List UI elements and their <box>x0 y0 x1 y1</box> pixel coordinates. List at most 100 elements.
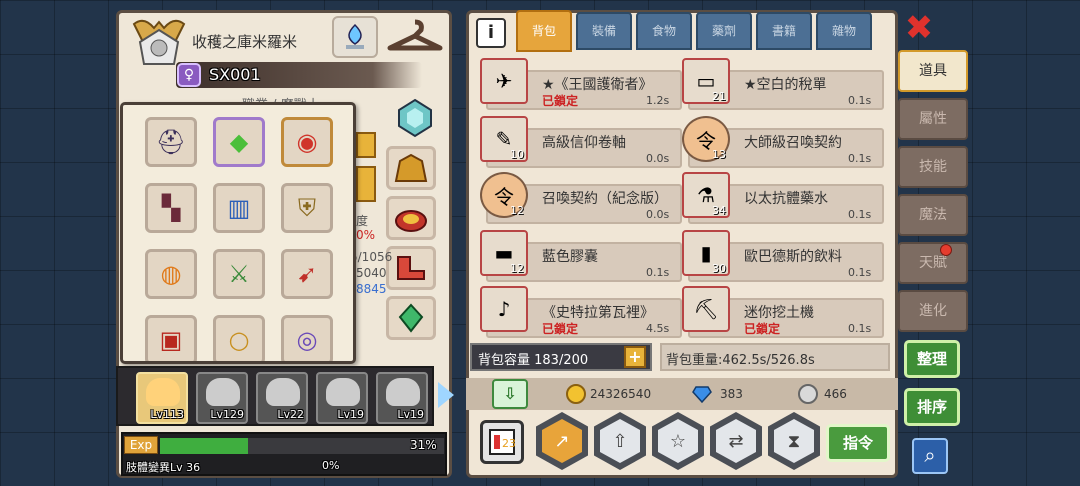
gear-slot-boots[interactable] <box>386 246 436 290</box>
party-member[interactable]: Lv129 <box>196 372 248 424</box>
equip-slot[interactable]: ◉ <box>281 117 333 167</box>
item-quantity: 12 <box>510 262 524 275</box>
item-name: ★《王國護衛者》 <box>542 77 653 93</box>
stat-button[interactable] <box>356 132 376 158</box>
job-exp-percent: 0% <box>322 459 340 472</box>
blue-armor-icon: ▥ <box>227 194 251 222</box>
gold-amount: 24326540 <box>590 387 652 401</box>
equip-slot[interactable]: ⛑ <box>145 117 197 167</box>
quick-sort-button[interactable]: 23 <box>480 420 524 464</box>
collect-toggle-icon[interactable]: ⇩ <box>492 379 528 409</box>
gear-slot-accessory[interactable] <box>386 296 436 340</box>
notification-dot <box>940 244 952 256</box>
gear-slot-crown[interactable] <box>386 196 436 240</box>
capacity-label: 背包容量 183/200 <box>478 353 589 368</box>
item-weight: 0.1s <box>848 266 872 279</box>
dark-helmet-icon: ⛑ <box>155 128 187 156</box>
party-member[interactable]: Lv22 <box>256 372 308 424</box>
locked-label: 已鎖定 <box>542 94 579 108</box>
stat-hp: 5/1056 <box>350 250 393 264</box>
tidy-button[interactable]: 整理 <box>904 340 960 378</box>
exp-fill <box>160 438 248 454</box>
side-tab-attributes[interactable]: 屬性 <box>898 98 968 140</box>
tab-misc[interactable]: 雜物 <box>816 12 872 50</box>
item-quantity: 21 <box>712 90 726 103</box>
cape-icon: ▚ <box>161 194 181 222</box>
party-member[interactable]: Lv19 <box>376 372 428 424</box>
party-member[interactable]: Lv19 <box>316 372 368 424</box>
equip-slot[interactable]: ▣ <box>145 315 197 361</box>
item-weight: 0.0s <box>646 208 670 221</box>
locked-label: 已鎖定 <box>542 322 579 336</box>
star-icon: ☆ <box>658 419 698 463</box>
avatar <box>206 378 240 406</box>
diamond-amount: 383 <box>720 387 743 401</box>
gear-slot-crystal[interactable] <box>390 96 440 140</box>
party-next-arrow-icon[interactable] <box>438 382 454 408</box>
side-tab-skills[interactable]: 技能 <box>898 146 968 188</box>
tab-food[interactable]: 食物 <box>636 12 692 50</box>
violin-icon: ♪ <box>480 286 528 332</box>
info-icon[interactable]: i <box>476 18 506 48</box>
swap-icon: ⇄ <box>716 419 756 463</box>
spear-icon: ➹ <box>296 260 318 288</box>
search-icon[interactable]: ⌕ <box>912 438 948 474</box>
item-weight: 0.1s <box>646 266 670 279</box>
item-name: 召喚契約（紀念版） <box>542 191 668 207</box>
equip-slot[interactable]: ◍ <box>145 249 197 299</box>
item-weight: 0.1s <box>848 208 872 221</box>
hanger-icon[interactable] <box>384 16 446 58</box>
weight-label: 背包重量:462.5s/526.8s <box>666 353 815 368</box>
sort-button[interactable]: 排序 <box>904 388 960 426</box>
tab-book[interactable]: 書籍 <box>756 12 812 50</box>
equip-slot[interactable]: ▥ <box>213 183 265 233</box>
side-tab-magic[interactable]: 魔法 <box>898 194 968 236</box>
equip-slot[interactable]: ▚ <box>145 183 197 233</box>
tab-equipment[interactable]: 裝備 <box>576 12 632 50</box>
item-name: 高級信仰卷軸 <box>542 135 626 151</box>
member-level: Lv129 <box>210 408 244 421</box>
bag-sort-icon: ↗ <box>542 419 582 463</box>
tab-bag[interactable]: 背包 <box>516 10 572 52</box>
equip-slot[interactable]: ◆ <box>213 117 265 167</box>
item-name: ★空白的稅單 <box>744 77 827 93</box>
item-quantity: 10 <box>510 148 524 161</box>
item-quantity: 34 <box>712 204 726 217</box>
stat-button[interactable] <box>356 166 376 202</box>
excavator-icon: ⛏ <box>682 286 730 332</box>
item-name: 《史特拉第瓦裡》 <box>542 305 654 321</box>
item-weight: 0.0s <box>646 152 670 165</box>
svg-text:23: 23 <box>502 437 516 450</box>
equip-slot[interactable]: ⛨ <box>281 183 333 233</box>
red-shield-icon: ▣ <box>159 326 183 354</box>
side-tab-talent[interactable]: 天賦 <box>898 242 968 284</box>
character-name: SX001 <box>209 65 261 84</box>
item-name: 大師級召喚契約 <box>744 135 842 151</box>
close-icon[interactable]: ✖ <box>902 11 936 46</box>
equip-slot[interactable]: ◎ <box>281 315 333 361</box>
gold-coin-icon <box>566 384 586 404</box>
locked-label: 已鎖定 <box>744 322 781 336</box>
tab-potion[interactable]: 藥劑 <box>696 12 752 50</box>
item-weight: 4.5s <box>646 322 670 335</box>
purple-bracelet-icon: ◎ <box>296 326 318 354</box>
equip-slot[interactable]: ⚔ <box>213 249 265 299</box>
item-name: 藍色膠囊 <box>542 249 598 265</box>
party-member[interactable]: Lv113 <box>136 372 188 424</box>
item-weight: 0.1s <box>848 152 872 165</box>
rebirth-crystal-icon[interactable] <box>332 16 378 58</box>
gender-badge-icon: ♀ <box>177 63 201 87</box>
pumpkin-icon: ◍ <box>160 260 182 288</box>
hourglass-icon: ⧗ <box>774 419 814 463</box>
side-tab-items[interactable]: 道具 <box>898 50 968 92</box>
expand-capacity-button[interactable]: + <box>624 346 646 368</box>
stat-percent: 0% <box>356 228 376 242</box>
equipment-popup: ⛑ ◆ ◉ ▚ ▥ ⛨ ◍ ⚔ ➹ ▣ ○ ◎ <box>120 102 356 364</box>
equip-slot[interactable]: ➹ <box>281 249 333 299</box>
equip-slot[interactable]: ○ <box>213 315 265 361</box>
command-button[interactable]: 指令 <box>826 424 890 462</box>
shield-icon: ⛨ <box>298 194 316 222</box>
side-tab-evolution[interactable]: 進化 <box>898 290 968 332</box>
member-level: Lv19 <box>397 408 424 421</box>
gear-slot-helm[interactable] <box>386 146 436 190</box>
